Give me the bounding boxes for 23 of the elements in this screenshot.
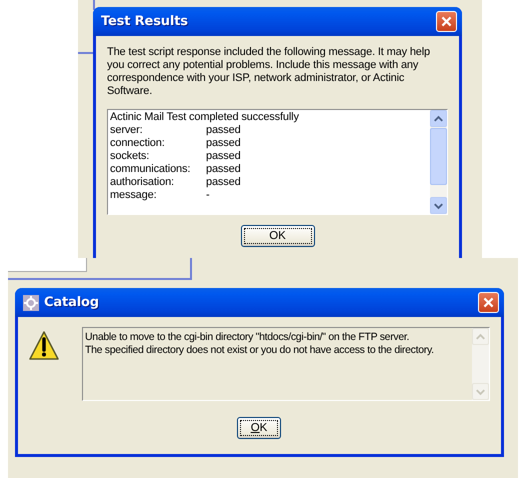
message-text: The test script response included the following message. It may help you correct any potential problems. Include this message with any correspondence with your ISP, network administrator, or Actinic Software. xyxy=(107,46,432,98)
log-label: server: xyxy=(110,124,143,137)
window-title: Test Results xyxy=(101,14,189,29)
log-label: authorisation: xyxy=(110,176,174,189)
log-value: passed xyxy=(206,150,241,163)
log-heading: Actinic Mail Test completed successfully xyxy=(110,111,300,124)
warning-icon xyxy=(28,330,60,362)
ok-button[interactable]: OK xyxy=(240,225,314,247)
window-title: Catalog xyxy=(44,295,100,310)
log-label: message: xyxy=(110,189,156,202)
log-value: - xyxy=(206,189,210,202)
scroll-bar[interactable] xyxy=(430,110,447,214)
error-message: Unable to move to the cgi-bin directory "htdocs/cgi-bin/" on the FTP server. The specified directory does not exist or you do not have access to the directory. xyxy=(84,330,435,358)
close-button[interactable] xyxy=(478,292,499,313)
log-label: sockets: xyxy=(110,150,150,163)
log-label: connection: xyxy=(110,137,165,150)
log-value: passed xyxy=(206,124,241,137)
log-value: passed xyxy=(206,163,241,176)
log-value: passed xyxy=(206,176,241,189)
log-value: passed xyxy=(206,137,241,150)
ok-button[interactable]: OK xyxy=(237,417,281,439)
close-button[interactable] xyxy=(436,11,457,32)
log-label: communications: xyxy=(110,163,190,176)
